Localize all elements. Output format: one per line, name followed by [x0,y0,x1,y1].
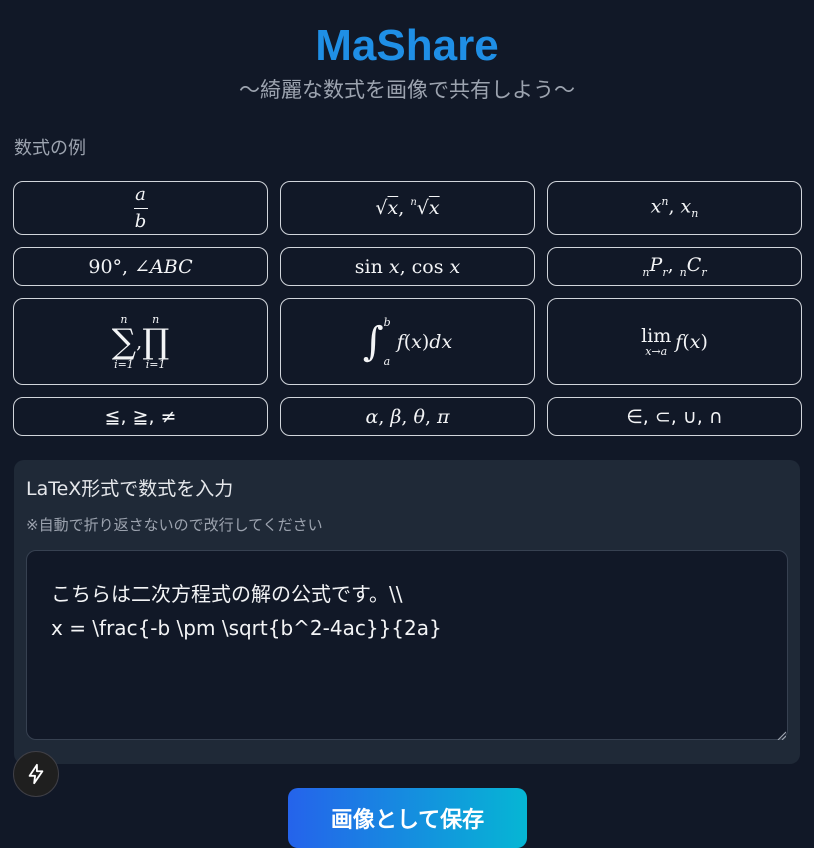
example-angles-button[interactable]: 90°, ∠ABC [13,247,268,286]
lightning-icon [28,763,44,785]
latex-input-card: LaTeX形式で数式を入力 ※自動で折り返さないので改行してください こちらは二… [14,460,800,764]
example-sets-button[interactable]: ∈, ⊂, ∪, ∩ [547,397,802,436]
latex-textarea[interactable]: こちらは二次方程式の解の公式です。\\ x = \frac{-b \pm \sq… [26,550,788,740]
save-image-button[interactable]: 画像として保存 [288,788,527,848]
app-subtitle: 〜綺麗な数式を画像で共有しよう〜 [239,78,575,102]
examples-label: 数式の例 [14,138,86,159]
resize-handle-icon[interactable] [776,730,786,740]
example-inequalities-button[interactable]: ≦, ≧, ≠ [13,397,268,436]
input-note: ※自動で折り返さないので改行してください [26,516,323,534]
example-fraction-button[interactable]: ab [13,181,268,235]
example-perm-comb-button[interactable]: nPr, nCr [547,247,802,286]
dev-tools-button[interactable] [13,751,59,797]
example-roots-button[interactable]: √x, n√x [280,181,535,235]
example-integral-button[interactable]: ∫ b a f(x) dx [280,298,535,385]
example-powers-button[interactable]: xn, xn [547,181,802,235]
examples-grid: ab √x, n√x xn, xn 90°, ∠ABC sin x, cos x… [13,181,802,436]
example-trig-button[interactable]: sin x, cos x [280,247,535,286]
example-sum-prod-button[interactable]: n ∑ i=1 , n ∏ i=1 [13,298,268,385]
example-limit-button[interactable]: lim x→a f(x) [547,298,802,385]
input-title: LaTeX形式で数式を入力 [26,478,234,500]
example-greek-button[interactable]: α, β, θ, π [280,397,535,436]
header: MaShare 〜綺麗な数式を画像で共有しよう〜 [0,0,814,104]
app-title: MaShare [315,21,499,70]
